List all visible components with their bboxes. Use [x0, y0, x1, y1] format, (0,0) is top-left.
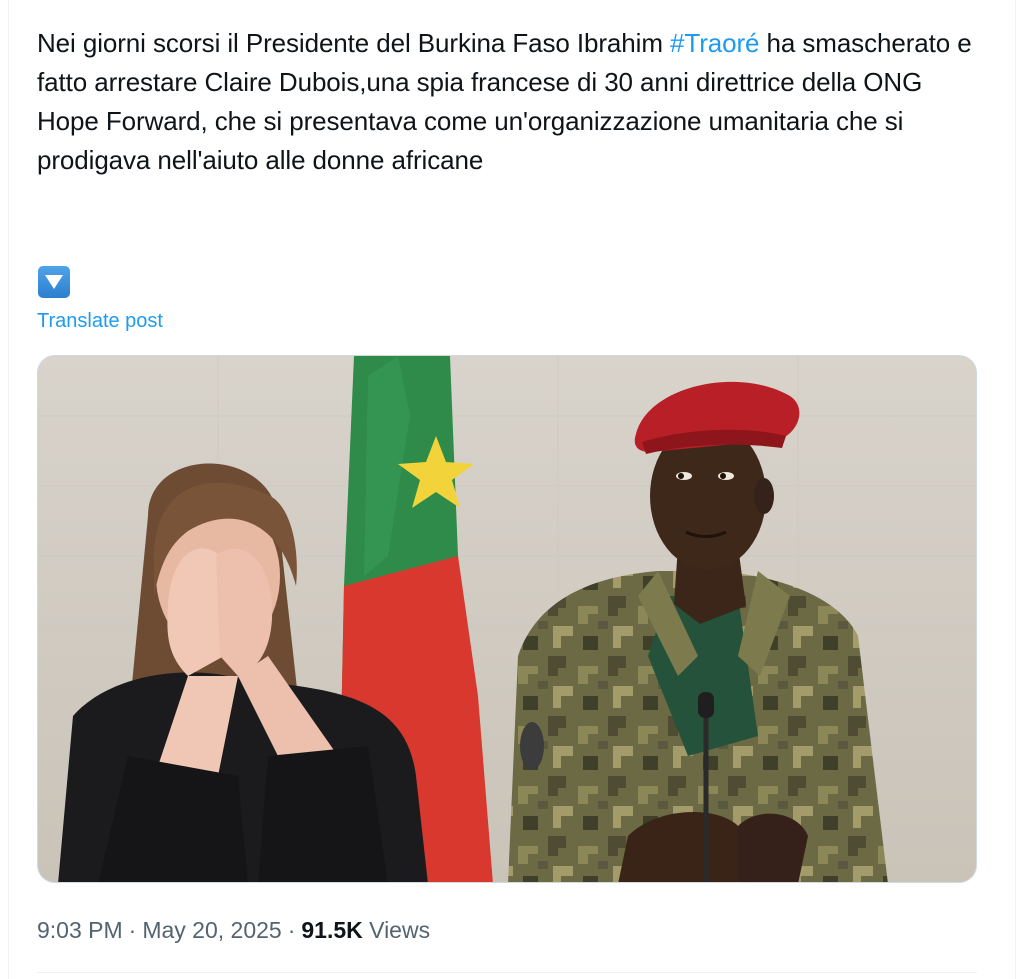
divider — [37, 972, 977, 973]
meta-separator: · — [287, 917, 296, 943]
post-text: Nei giorni scorsi il Presidente del Burk… — [37, 24, 987, 180]
translate-post-link[interactable]: Translate post — [37, 308, 163, 334]
timeline-left-border — [8, 0, 9, 979]
post-text-part-1: Nei giorni scorsi il Presidente del Burk… — [37, 28, 671, 58]
down-button-emoji-icon — [38, 266, 70, 298]
post-date[interactable]: May 20, 2025 — [142, 917, 281, 943]
tweet-container: Nei giorni scorsi il Presidente del Burk… — [0, 0, 1024, 979]
post-image[interactable] — [37, 355, 977, 883]
post-time[interactable]: 9:03 PM — [37, 917, 123, 943]
hashtag-link[interactable]: #Traoré — [670, 28, 759, 58]
post-photo — [38, 356, 976, 882]
meta-separator: · — [128, 917, 137, 943]
timeline-right-border — [1015, 0, 1016, 979]
post-meta: 9:03 PM · May 20, 2025 · 91.5K Views — [37, 914, 430, 946]
views-label: Views — [369, 917, 431, 943]
views-count: 91.5K — [301, 917, 363, 943]
